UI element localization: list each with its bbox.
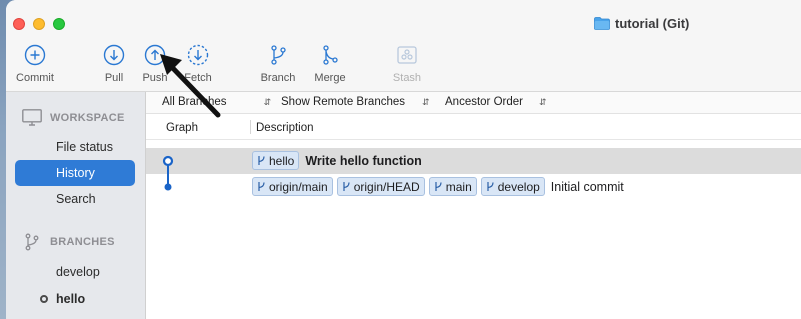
branch-tag-label: hello [269,153,295,168]
remote-filter-select[interactable]: Show Remote Branches ⇵ [281,96,430,108]
current-branch-indicator-icon [40,295,48,303]
sidebar-item-search[interactable]: Search [15,186,135,212]
branches-header: BRANCHES [22,232,115,252]
folder-icon [594,17,610,30]
order-filter-select[interactable]: Ancestor Order ⇵ [445,96,547,108]
sidebar-branch-develop[interactable]: develop [15,259,135,285]
column-divider[interactable] [250,120,251,134]
chevron-updown-icon: ⇵ [422,96,430,107]
commit-row[interactable]: origin/main origin/HEAD main develop Ini… [146,174,801,200]
pull-label: Pull [104,72,124,84]
remote-filter-value: Show Remote Branches [281,96,406,108]
close-window-button[interactable] [13,18,25,30]
commit-button[interactable]: Commit [15,44,55,84]
app-window: tutorial (Git) Commit Pull Push Fetch Br… [6,0,801,319]
branch-tag: main [428,177,477,196]
branch-tag-label: origin/main [269,179,328,194]
workspace-header-label: WORKSPACE [50,111,125,124]
branch-icon [258,156,265,165]
commit-description: hello Write hello function [252,151,422,170]
branch-icon [487,182,494,191]
stash-label: Stash [392,72,422,84]
sidebar: WORKSPACE File status History Search BRA… [6,92,146,319]
merge-label: Merge [314,72,346,84]
sidebar-item-label: History [56,166,95,180]
branch-label: develop [56,265,100,279]
column-header: Graph Description [146,114,801,140]
branch-icon [435,182,442,191]
pointer-arrow-icon [160,54,221,118]
branches-header-label: BRANCHES [50,236,115,248]
chevron-updown-icon: ⇵ [263,96,272,107]
branch-icon [271,45,286,65]
plus-circle-icon [24,44,46,66]
monitor-icon [22,109,42,126]
branch-tag: origin/HEAD [336,177,425,196]
minimize-window-button[interactable] [33,18,45,30]
toolbar: tutorial (Git) Commit Pull Push Fetch Br… [6,0,801,92]
filter-bar: All Branches ⇵ Show Remote Branches ⇵ An… [146,92,801,114]
sidebar-item-label: Search [56,192,96,206]
sidebar-item-file-status[interactable]: File status [15,134,135,160]
merge-button[interactable]: Merge [310,44,350,84]
column-description[interactable]: Description [256,122,314,134]
graph-node [164,183,172,191]
column-graph[interactable]: Graph [166,122,198,134]
commit-label: Commit [16,72,54,84]
branch-icon [25,233,39,251]
chevron-updown-icon: ⇵ [538,96,547,107]
sidebar-item-history[interactable]: History [15,160,135,186]
branch-button[interactable]: Branch [258,44,298,84]
branch-icon [343,182,350,191]
window-title-text: tutorial (Git) [615,16,690,31]
branch-label: hello [56,292,86,306]
merge-icon [323,45,338,65]
branch-tag-label: origin/HEAD [353,179,420,194]
branch-tag: hello [252,151,300,170]
branch-tag: develop [480,177,545,196]
sidebar-branch-hello[interactable]: hello [15,286,135,312]
pull-button[interactable]: Pull [99,44,129,84]
workspace-header: WORKSPACE [22,109,125,126]
window-title: tutorial (Git) [594,16,689,31]
commit-row[interactable]: hello Write hello function [146,148,801,174]
commit-description: origin/main origin/HEAD main develop Ini… [252,177,624,196]
branch-label: Branch [260,72,296,84]
arrow-down-circle-icon [103,44,125,66]
commit-message: Write hello function [305,153,422,168]
branch-tag-label: develop [497,179,540,194]
zoom-window-button[interactable] [53,18,65,30]
commit-message: Initial commit [550,179,624,194]
branch-icon [258,182,265,191]
branch-tag: origin/main [252,177,333,196]
branch-tag-label: main [445,179,472,194]
history-panel: All Branches ⇵ Show Remote Branches ⇵ An… [146,92,801,319]
order-filter-value: Ancestor Order [445,96,523,108]
graph-node-head [162,155,174,167]
commit-graph [162,155,174,191]
stash-icon [397,46,417,64]
stash-button[interactable]: Stash [389,44,425,84]
sidebar-item-label: File status [56,140,113,154]
